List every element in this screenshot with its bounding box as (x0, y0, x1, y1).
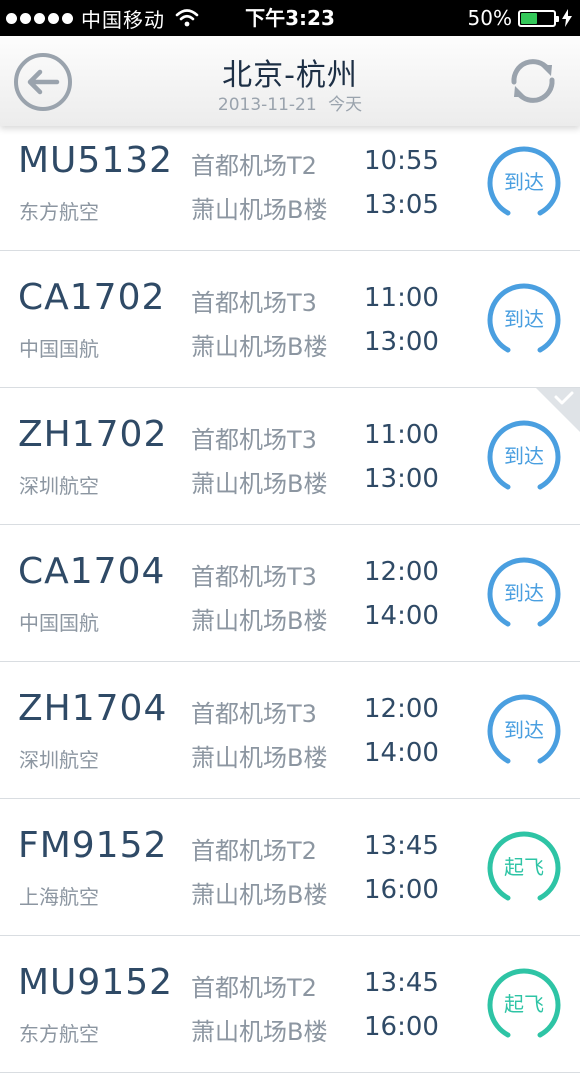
flight-row[interactable]: CA1704 中国国航 首都机场T3 萧山机场B楼 12:00 14:00 到达 (0, 525, 580, 662)
departure-airport: 首都机场T3 (191, 700, 317, 728)
flight-number: CA1704 (18, 551, 166, 592)
arrival-time: 13:05 (364, 190, 439, 220)
page-title: 北京-杭州 (222, 58, 358, 93)
status-badge: 到达 (487, 556, 561, 630)
flight-number: CA1702 (18, 277, 166, 318)
airline-name: 中国国航 (19, 611, 99, 635)
departure-time: 12:00 (364, 557, 439, 587)
status-badge: 到达 (487, 693, 561, 767)
status-badge: 到达 (487, 282, 561, 356)
flight-row[interactable]: FM9152 上海航空 首都机场T2 萧山机场B楼 13:45 16:00 起飞 (0, 799, 580, 936)
airline-name: 上海航空 (19, 885, 99, 909)
battery-percent: 50% (467, 6, 512, 30)
departure-airport: 首都机场T3 (191, 289, 317, 317)
status-label: 起飞 (504, 855, 544, 879)
flight-row[interactable]: MU5132 东方航空 首都机场T2 萧山机场B楼 10:55 13:05 到达 (0, 114, 580, 251)
airline-name: 东方航空 (19, 1022, 99, 1046)
arrival-airport: 萧山机场B楼 (191, 607, 328, 635)
departure-airport: 首都机场T2 (191, 152, 317, 180)
departure-time: 13:45 (364, 831, 439, 861)
status-label: 到达 (504, 307, 544, 331)
flight-number: MU9152 (18, 962, 174, 1003)
flight-row[interactable]: ZH1704 深圳航空 首都机场T3 萧山机场B楼 12:00 14:00 到达 (0, 662, 580, 799)
departure-airport: 首都机场T2 (191, 837, 317, 865)
airline-name: 深圳航空 (19, 748, 99, 772)
arrival-time: 16:00 (364, 1012, 439, 1042)
header-date: 2013-11-21 (217, 95, 317, 115)
flight-row[interactable]: CA1702 中国国航 首都机场T3 萧山机场B楼 11:00 13:00 到达 (0, 251, 580, 388)
flight-row[interactable]: MU9152 东方航空 首都机场T2 萧山机场B楼 13:45 16:00 起飞 (0, 936, 580, 1073)
page-subtitle: 2013-11-21 今天 (0, 90, 580, 115)
arrival-time: 13:00 (364, 464, 439, 494)
selected-check-icon (536, 388, 580, 432)
status-badge: 到达 (487, 145, 561, 219)
arrival-airport: 萧山机场B楼 (191, 196, 328, 224)
airline-name: 东方航空 (19, 200, 99, 224)
arrival-airport: 萧山机场B楼 (191, 744, 328, 772)
departure-time: 12:00 (364, 694, 439, 724)
arrival-airport: 萧山机场B楼 (191, 470, 328, 498)
departure-time: 11:00 (364, 283, 439, 313)
status-label: 到达 (504, 170, 544, 194)
departure-airport: 首都机场T3 (191, 426, 317, 454)
airline-name: 中国国航 (19, 337, 99, 361)
arrival-time: 14:00 (364, 738, 439, 768)
arrival-time: 14:00 (364, 601, 439, 631)
flight-number: ZH1702 (18, 414, 168, 455)
flight-row[interactable]: ZH1702 深圳航空 首都机场T3 萧山机场B楼 11:00 13:00 到达 (0, 388, 580, 525)
status-label: 到达 (504, 581, 544, 605)
nav-bar: 北京-杭州 2013-11-21 今天 (0, 36, 580, 126)
departure-time: 11:00 (364, 420, 439, 450)
refresh-icon (511, 59, 555, 103)
flight-number: FM9152 (18, 825, 168, 866)
status-badge: 起飞 (487, 830, 561, 904)
departure-airport: 首都机场T3 (191, 563, 317, 591)
arrival-airport: 萧山机场B楼 (191, 881, 328, 909)
status-bar: 中国移动 下午3:23 50% (0, 0, 580, 36)
airline-name: 深圳航空 (19, 474, 99, 498)
status-bar-right: 50% (468, 0, 572, 36)
refresh-button[interactable] (504, 52, 562, 110)
departure-time: 10:55 (364, 146, 439, 176)
flight-number: MU5132 (18, 140, 174, 181)
departure-time: 13:45 (364, 968, 439, 998)
battery-icon (518, 9, 559, 27)
arrival-time: 16:00 (364, 875, 439, 905)
charging-bolt-icon (562, 9, 572, 27)
battery-fill (521, 12, 537, 24)
flight-list: MU5132 东方航空 首都机场T2 萧山机场B楼 10:55 13:05 到达… (0, 114, 580, 1073)
departure-airport: 首都机场T2 (191, 974, 317, 1002)
flight-number: ZH1704 (18, 688, 168, 729)
header-day: 今天 (328, 95, 363, 115)
arrival-airport: 萧山机场B楼 (191, 333, 328, 361)
status-label: 到达 (504, 718, 544, 742)
arrival-time: 13:00 (364, 327, 439, 357)
